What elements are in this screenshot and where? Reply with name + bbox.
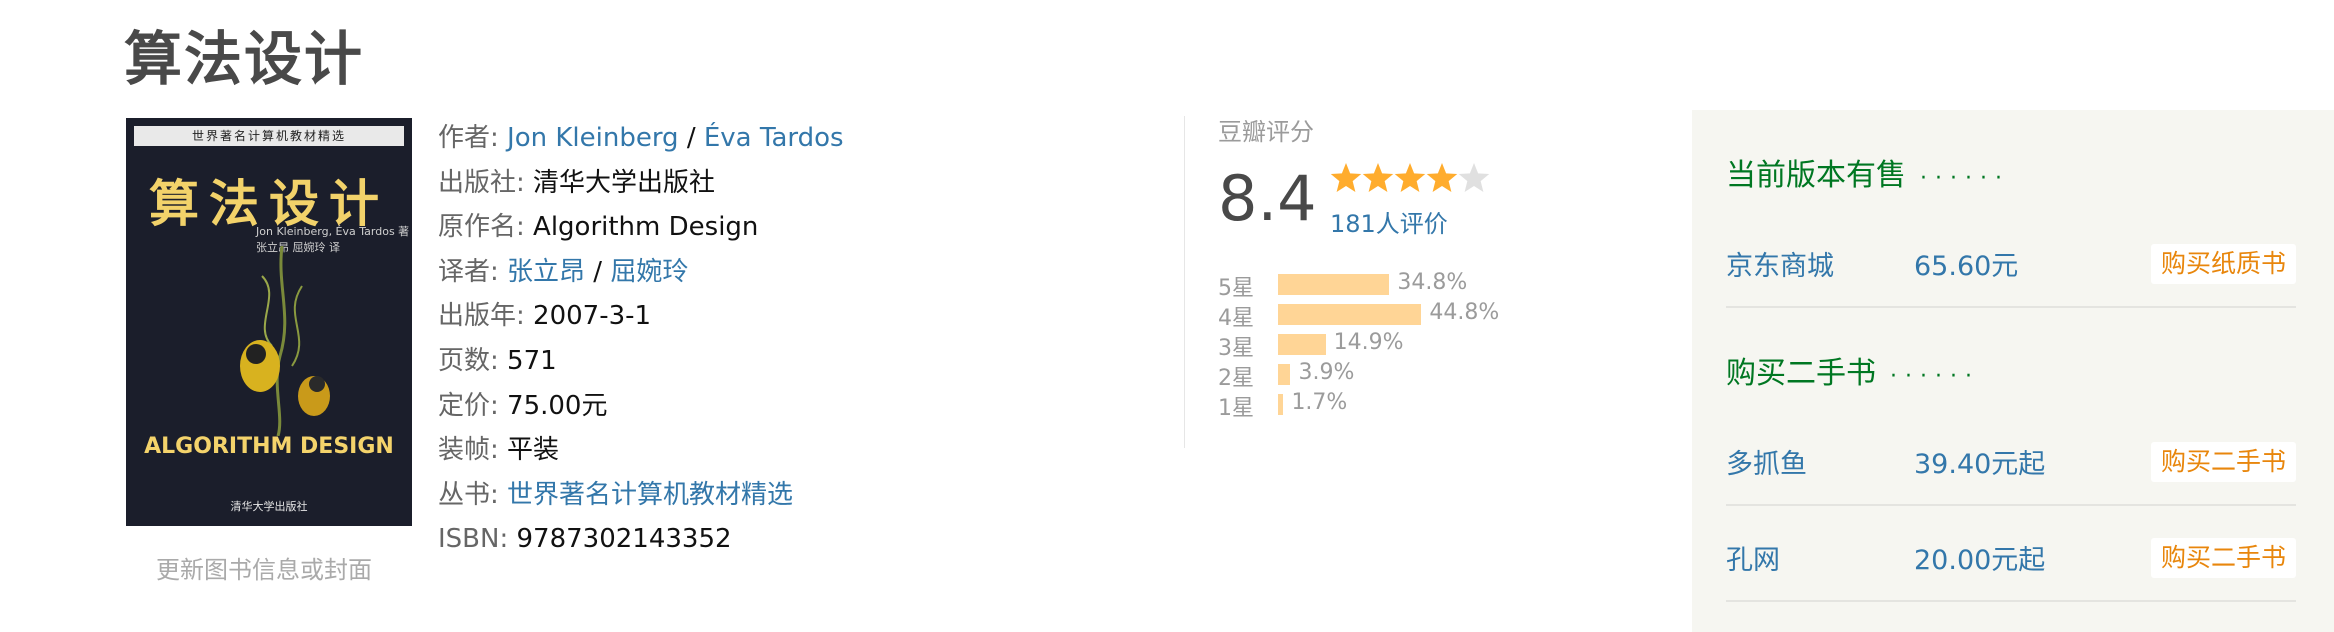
buy-paper-book-button[interactable]: 购买纸质书 bbox=[2150, 244, 2296, 284]
author-link-1[interactable]: Jon Kleinberg bbox=[507, 123, 679, 153]
book-title: 算法设计 bbox=[124, 25, 365, 93]
info-series-row: 丛书: 世界著名计算机教材精选 bbox=[438, 473, 844, 518]
rating-distribution-row: 5星 34.8% bbox=[1218, 268, 1538, 301]
rating-bar bbox=[1278, 304, 1422, 325]
isbn-value: 9787302143352 bbox=[516, 524, 732, 555]
author-link-2[interactable]: Éva Tardos bbox=[704, 123, 844, 153]
rating-label: 豆瓣评分 bbox=[1218, 118, 1314, 146]
buy-used-book-button[interactable]: 购买二手书 bbox=[2150, 538, 2296, 578]
new-offers-title: 当前版本有售 ······ bbox=[1726, 150, 2010, 194]
info-original-title-row: 原作名: Algorithm Design bbox=[438, 205, 844, 250]
rating-distribution: 5星 34.8% 4星 44.8% 3星 14.9% 2星 3.9% 1星 1.7% bbox=[1218, 268, 1538, 421]
info-pub-year-row: 出版年: 2007-3-1 bbox=[438, 294, 844, 339]
pages-value: 571 bbox=[507, 345, 557, 376]
update-book-info-link[interactable]: 更新图书信息或封面 bbox=[156, 550, 372, 585]
cover-publisher: 清华大学出版社 bbox=[230, 500, 308, 513]
used-offers-title: 购买二手书 ······ bbox=[1726, 348, 1980, 392]
star-empty-icon bbox=[1458, 163, 1490, 192]
book-info: 作者: Jon Kleinberg / Éva Tardos 出版社: 清华大学… bbox=[438, 116, 844, 562]
star-filled-icon bbox=[1426, 163, 1458, 192]
original-title-label: 原作名: bbox=[438, 212, 525, 243]
info-isbn-row: ISBN: 9787302143352 bbox=[438, 517, 844, 562]
rating-section: 豆瓣评分 8.4 181人评价 5星 34.8% 4星 44.8% 3星 14.9% 2星 3… bbox=[1218, 112, 1518, 421]
cover-series-strip: 世界著名计算机教材精选 bbox=[134, 126, 404, 146]
original-title-value: Algorithm Design bbox=[533, 212, 759, 243]
book-cover[interactable]: 世界著名计算机教材精选 算法设计 Jon Kleinberg, Éva Tard… bbox=[126, 118, 412, 526]
rating-bar bbox=[1278, 364, 1291, 385]
translator-label: 译者: bbox=[438, 256, 499, 287]
cover-authors-line: Jon Kleinberg, Éva Tardos 著 bbox=[256, 225, 410, 238]
rating-stars bbox=[1330, 163, 1490, 192]
cover-en-title: ALGORITHM DESIGN bbox=[144, 434, 394, 459]
pub-year-label: 出版年: bbox=[438, 301, 525, 332]
rating-percent: 34.8% bbox=[1397, 270, 1468, 295]
publisher-value: 清华大学出版社 bbox=[533, 167, 716, 198]
price-label: 定价: bbox=[438, 390, 499, 421]
info-translator-row: 译者: 张立昂 / 屈婉玲 bbox=[438, 250, 844, 295]
info-price-row: 定价: 75.00元 bbox=[438, 384, 844, 429]
info-pages-row: 页数: 571 bbox=[438, 339, 844, 384]
rating-percent: 14.9% bbox=[1333, 330, 1404, 355]
pub-year-value: 2007-3-1 bbox=[533, 301, 652, 332]
price-value: 75.00元 bbox=[507, 390, 608, 421]
author-separator: / bbox=[678, 123, 704, 153]
info-author-row: 作者: Jon Kleinberg / Éva Tardos bbox=[438, 116, 844, 161]
offer-row[interactable]: 多抓鱼 39.40元起 购买二手书 bbox=[1726, 410, 2296, 506]
rating-distribution-row: 1星 1.7% bbox=[1218, 388, 1538, 421]
star-filled-icon bbox=[1330, 163, 1362, 192]
bird-illustration bbox=[240, 246, 330, 436]
rating-percent: 1.7% bbox=[1291, 390, 1348, 415]
star-filled-icon bbox=[1394, 163, 1426, 192]
series-label: 丛书: bbox=[438, 479, 499, 510]
rating-bar bbox=[1278, 394, 1284, 415]
price-link[interactable]: 39.40元起 bbox=[1914, 442, 2045, 481]
info-binding-row: 装帧: 平装 bbox=[438, 428, 844, 473]
offer-row[interactable]: 京东商城 65.60元 购买纸质书 bbox=[1726, 212, 2296, 308]
new-offers-title-text: 当前版本有售 bbox=[1726, 158, 1906, 193]
price-link[interactable]: 65.60元 bbox=[1914, 244, 2018, 283]
series-link[interactable]: 世界著名计算机教材精选 bbox=[507, 480, 793, 510]
binding-label: 装帧: bbox=[438, 435, 499, 466]
isbn-label: ISBN: bbox=[438, 524, 509, 555]
rating-score: 8.4 bbox=[1218, 162, 1317, 235]
dots-icon: ······ bbox=[1890, 364, 1980, 389]
dots-icon: ······ bbox=[1920, 166, 2010, 191]
translator-link-1[interactable]: 张立昂 bbox=[507, 257, 585, 287]
store-link[interactable]: 孔网 bbox=[1726, 538, 1780, 577]
offer-row[interactable]: 孔网 20.00元起 购买二手书 bbox=[1726, 506, 2296, 602]
binding-value: 平装 bbox=[507, 435, 560, 466]
rating-count-link[interactable]: 181人评价 bbox=[1330, 204, 1448, 239]
rating-percent: 44.8% bbox=[1429, 300, 1500, 325]
star-filled-icon bbox=[1362, 163, 1394, 192]
price-link[interactable]: 20.00元起 bbox=[1914, 538, 2045, 577]
star-level-label: 1星 bbox=[1218, 396, 1254, 421]
publisher-label: 出版社: bbox=[438, 167, 525, 198]
pages-label: 页数: bbox=[438, 345, 499, 376]
rating-bar bbox=[1278, 274, 1390, 295]
rating-distribution-row: 3星 14.9% bbox=[1218, 328, 1538, 361]
rating-bar bbox=[1278, 334, 1326, 355]
rating-percent: 3.9% bbox=[1298, 360, 1355, 385]
rating-distribution-row: 2星 3.9% bbox=[1218, 358, 1538, 391]
section-divider bbox=[1184, 116, 1185, 448]
store-link[interactable]: 多抓鱼 bbox=[1726, 442, 1807, 481]
translator-link-2[interactable]: 屈婉玲 bbox=[610, 257, 688, 287]
buy-used-book-button[interactable]: 购买二手书 bbox=[2150, 442, 2296, 482]
translator-separator: / bbox=[585, 256, 611, 287]
store-link[interactable]: 京东商城 bbox=[1726, 244, 1834, 283]
info-publisher-row: 出版社: 清华大学出版社 bbox=[438, 161, 844, 206]
buy-panel: 当前版本有售 ······ 京东商城 65.60元 购买纸质书 购买二手书 ····… bbox=[1692, 110, 2334, 632]
rating-distribution-row: 4星 44.8% bbox=[1218, 298, 1538, 331]
author-label: 作者: bbox=[438, 123, 499, 153]
used-offers-title-text: 购买二手书 bbox=[1726, 356, 1876, 391]
